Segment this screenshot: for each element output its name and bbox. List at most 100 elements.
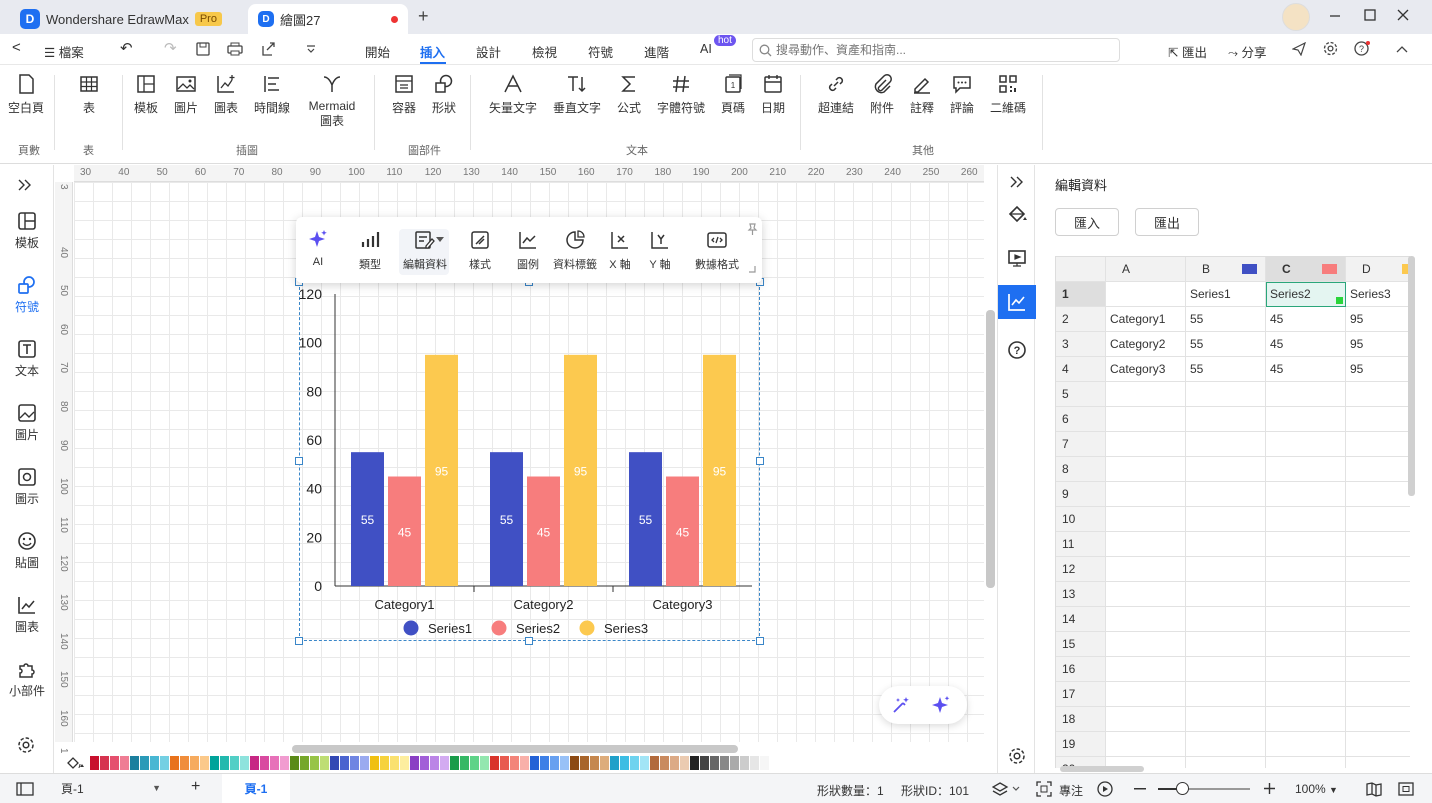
color-swatch[interactable] [700, 756, 709, 770]
table-cell[interactable] [1106, 632, 1186, 657]
row-header[interactable]: 6 [1056, 407, 1106, 432]
color-swatch[interactable] [730, 756, 739, 770]
color-swatch[interactable] [180, 756, 189, 770]
color-swatch[interactable] [240, 756, 249, 770]
table-cell[interactable] [1266, 507, 1346, 532]
share-button[interactable]: ⤳ 分享 [1228, 42, 1267, 61]
collapse-panel-button[interactable] [998, 165, 1036, 199]
blank-page-button[interactable]: 空白頁 [2, 73, 50, 116]
color-swatch[interactable] [450, 756, 459, 770]
column-header[interactable]: C [1266, 257, 1346, 282]
column-header[interactable]: A [1106, 257, 1186, 282]
color-swatch[interactable] [330, 756, 339, 770]
row-header[interactable]: 10 [1056, 507, 1106, 532]
zoom-level[interactable]: 100% ▼ [1295, 782, 1338, 796]
table-cell[interactable] [1186, 757, 1266, 768]
table-cell[interactable]: Series2 [1266, 282, 1346, 307]
color-swatch[interactable] [580, 756, 589, 770]
table-cell[interactable] [1266, 532, 1346, 557]
color-swatch[interactable] [340, 756, 349, 770]
color-swatch[interactable] [510, 756, 519, 770]
table-cell[interactable] [1346, 707, 1410, 732]
color-swatch[interactable] [480, 756, 489, 770]
file-menu[interactable]: ☰ 檔案 [44, 42, 84, 61]
color-swatch[interactable] [400, 756, 409, 770]
color-swatch[interactable] [280, 756, 289, 770]
comment-button[interactable]: 評論 [938, 73, 986, 116]
vector-text-button[interactable]: 矢量文字 [484, 73, 542, 116]
table-cell[interactable] [1186, 432, 1266, 457]
magic-wand-icon[interactable] [891, 695, 911, 715]
focus-mode-label[interactable]: 專注 [1059, 782, 1083, 799]
horizontal-scrollbar[interactable] [292, 745, 738, 753]
table-cell[interactable] [1186, 507, 1266, 532]
dropdown-arrow-icon[interactable] [436, 237, 444, 243]
color-swatch[interactable] [320, 756, 329, 770]
row-header[interactable]: 9 [1056, 482, 1106, 507]
table-cell[interactable] [1266, 632, 1346, 657]
fill-handle[interactable] [1336, 297, 1343, 304]
menu-item-advanced[interactable]: 進階 [644, 42, 669, 61]
data-spreadsheet[interactable]: A B C D 1 Series1 Series2 Series3 2 Category1 55 45… [1055, 256, 1410, 768]
color-swatch[interactable] [410, 756, 419, 770]
sidebar-item-widgets[interactable]: 小部件 [0, 659, 54, 699]
color-swatch[interactable] [650, 756, 659, 770]
color-swatch[interactable] [390, 756, 399, 770]
color-swatch[interactable] [310, 756, 319, 770]
table-cell[interactable] [1346, 382, 1410, 407]
row-header[interactable]: 15 [1056, 632, 1106, 657]
table-cell[interactable] [1106, 457, 1186, 482]
table-cell[interactable] [1106, 682, 1186, 707]
table-cell[interactable] [1266, 657, 1346, 682]
table-cell[interactable]: 95 [1346, 332, 1410, 357]
user-avatar[interactable] [1282, 3, 1310, 31]
color-swatch[interactable] [670, 756, 679, 770]
color-swatch[interactable] [90, 756, 99, 770]
back-button[interactable]: < [12, 39, 21, 56]
search-box[interactable] [752, 38, 1120, 62]
row-header[interactable]: 4 [1056, 357, 1106, 382]
menu-item-design[interactable]: 設計 [476, 42, 501, 61]
color-swatch[interactable] [210, 756, 219, 770]
menu-item-home[interactable]: 開始 [365, 42, 390, 61]
color-swatch[interactable] [230, 756, 239, 770]
ai-sparkle-icon[interactable] [931, 695, 951, 715]
table-cell[interactable] [1346, 532, 1410, 557]
table-cell[interactable] [1186, 532, 1266, 557]
color-swatch[interactable] [360, 756, 369, 770]
row-header[interactable]: 14 [1056, 607, 1106, 632]
row-header[interactable]: 8 [1056, 457, 1106, 482]
table-cell[interactable] [1266, 707, 1346, 732]
chart-data-button[interactable] [998, 285, 1036, 319]
fill-bucket-icon[interactable] [66, 756, 86, 770]
color-swatch[interactable] [680, 756, 689, 770]
ai-tool-button[interactable]: AI [306, 229, 330, 268]
table-cell[interactable] [1346, 582, 1410, 607]
row-header[interactable]: 2 [1056, 307, 1106, 332]
app-tab[interactable]: D Wondershare EdrawMax Pro [10, 4, 232, 34]
table-cell[interactable] [1186, 482, 1266, 507]
row-header[interactable]: 11 [1056, 532, 1106, 557]
table-cell[interactable] [1186, 557, 1266, 582]
color-swatch[interactable] [740, 756, 749, 770]
zoom-out-icon[interactable] [1134, 788, 1146, 790]
table-cell[interactable] [1266, 407, 1346, 432]
color-swatch[interactable] [630, 756, 639, 770]
color-swatch[interactable] [550, 756, 559, 770]
sidebar-item-stickers[interactable]: 貼圖 [0, 531, 54, 571]
table-cell[interactable] [1346, 457, 1410, 482]
color-swatch[interactable] [110, 756, 119, 770]
sidebar-item-images[interactable]: 圖片 [0, 403, 54, 443]
color-swatch[interactable] [560, 756, 569, 770]
menu-item-view[interactable]: 檢視 [532, 42, 557, 61]
table-cell[interactable] [1106, 657, 1186, 682]
search-input[interactable] [776, 43, 1106, 57]
color-swatch[interactable] [100, 756, 109, 770]
table-cell[interactable] [1266, 457, 1346, 482]
table-cell[interactable] [1106, 407, 1186, 432]
redo-button[interactable]: ↷ [164, 39, 177, 57]
table-cell[interactable] [1186, 382, 1266, 407]
color-swatch[interactable] [270, 756, 279, 770]
color-swatch[interactable] [590, 756, 599, 770]
sidebar-item-text[interactable]: 文本 [0, 339, 54, 379]
